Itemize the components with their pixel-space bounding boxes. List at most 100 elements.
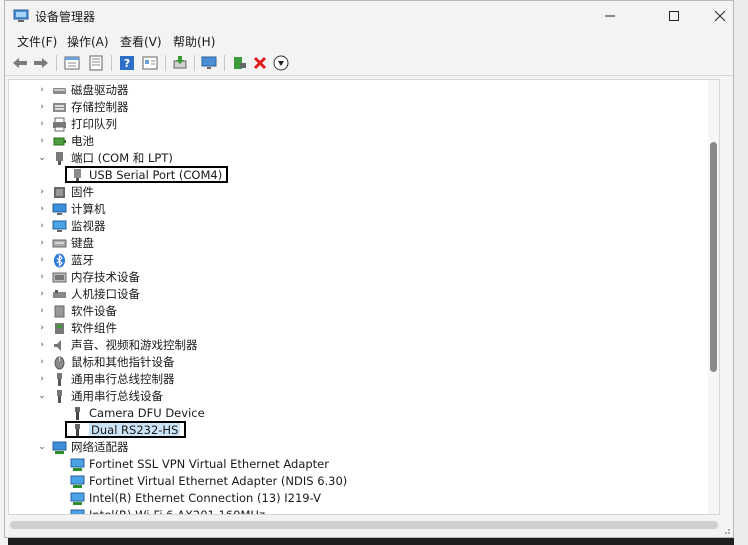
- menu-file[interactable]: 文件(F): [17, 33, 57, 50]
- uninstall-device-button[interactable]: [251, 54, 269, 72]
- tree-category-item[interactable]: › 固件: [9, 184, 709, 201]
- chevron-right-icon[interactable]: ›: [37, 255, 47, 265]
- vertical-scrollbar[interactable]: [708, 80, 719, 514]
- memory-device-icon: [52, 272, 67, 283]
- tree-category-item[interactable]: › 鼠标和其他指针设备: [9, 354, 709, 371]
- chevron-right-icon[interactable]: ›: [37, 136, 47, 146]
- tree-category-item[interactable]: › 电池: [9, 133, 709, 150]
- chevron-right-icon[interactable]: ›: [37, 119, 47, 129]
- tree-category-item[interactable]: › 软件组件: [9, 320, 709, 337]
- tree-item-label: 蓝牙: [71, 253, 94, 267]
- tree-category-item[interactable]: › 蓝牙: [9, 252, 709, 269]
- chevron-right-icon[interactable]: ›: [37, 204, 47, 214]
- tree-device-item[interactable]: Fortinet SSL VPN Virtual Ethernet Adapte…: [9, 456, 709, 473]
- chevron-down-icon[interactable]: ⌄: [37, 442, 47, 452]
- minimize-button[interactable]: [587, 4, 633, 28]
- menu-bar: 文件(F) 操作(A) 查看(V) 帮助(H): [5, 31, 733, 51]
- chevron-right-icon[interactable]: ›: [37, 289, 47, 299]
- properties-icon: [64, 56, 80, 70]
- chevron-right-icon[interactable]: ›: [37, 238, 47, 248]
- network-card-icon: [70, 509, 85, 514]
- storage-controller-icon: [53, 103, 66, 112]
- tree-category-item[interactable]: › 键盘: [9, 235, 709, 252]
- title-bar[interactable]: 设备管理器: [5, 1, 733, 31]
- tree-category-item[interactable]: › 通用串行总线控制器: [9, 371, 709, 388]
- menu-help[interactable]: 帮助(H): [173, 33, 215, 50]
- tree-item-label: 鼠标和其他指针设备: [71, 355, 175, 369]
- port-icon: [56, 152, 63, 165]
- update-driver-icon: [173, 56, 187, 69]
- back-button[interactable]: [11, 54, 29, 72]
- tree-category-item[interactable]: ⌄ 通用串行总线设备: [9, 388, 709, 405]
- enable-device-button[interactable]: [230, 54, 248, 72]
- view-button[interactable]: [141, 54, 159, 72]
- tree-category-item[interactable]: › 软件设备: [9, 303, 709, 320]
- chevron-right-icon[interactable]: ›: [37, 187, 47, 197]
- horizontal-scrollbar[interactable]: [8, 516, 720, 534]
- computer-icon: [52, 203, 67, 215]
- close-icon: [714, 10, 726, 22]
- update-driver-button[interactable]: [171, 54, 189, 72]
- disk-drive-icon: [53, 88, 66, 94]
- keyboard-icon: [52, 239, 67, 248]
- tree-item-label: 存储控制器: [71, 100, 129, 114]
- tree-device-item[interactable]: Intel(R) Ethernet Connection (13) I219-V: [9, 490, 709, 507]
- help-button[interactable]: ?: [118, 54, 136, 72]
- tree-category-item[interactable]: › 磁盘驱动器: [9, 82, 709, 99]
- vertical-scrollbar-thumb[interactable]: [710, 142, 717, 372]
- network-adapter-icon: [52, 441, 67, 454]
- software-device-icon: [54, 305, 65, 318]
- tree-category-item[interactable]: ⌄ 端口 (COM 和 LPT): [9, 150, 709, 167]
- tree-category-item[interactable]: › 打印队列: [9, 116, 709, 133]
- disable-device-button[interactable]: [272, 54, 290, 72]
- maximize-icon: [669, 11, 679, 21]
- properties-button[interactable]: [63, 54, 81, 72]
- tree-item-label: 键盘: [71, 236, 94, 250]
- toolbar-separator: [111, 55, 112, 71]
- chevron-right-icon[interactable]: ›: [37, 85, 47, 95]
- forward-button[interactable]: [32, 54, 50, 72]
- menu-view[interactable]: 查看(V): [120, 33, 162, 50]
- usb-plug-icon: [75, 407, 80, 420]
- chevron-down-icon[interactable]: ⌄: [37, 153, 47, 163]
- chevron-right-icon[interactable]: ›: [37, 374, 47, 384]
- chevron-right-icon[interactable]: ›: [37, 306, 47, 316]
- tree-category-item[interactable]: › 计算机: [9, 201, 709, 218]
- tree-category-item[interactable]: › 人机接口设备: [9, 286, 709, 303]
- chevron-right-icon[interactable]: ›: [37, 272, 47, 282]
- menu-action[interactable]: 操作(A): [67, 33, 109, 50]
- close-button[interactable]: [697, 4, 733, 28]
- tree-device-item[interactable]: Camera DFU Device: [9, 405, 709, 422]
- hid-icon: [53, 290, 66, 298]
- chevron-right-icon[interactable]: ›: [37, 340, 47, 350]
- tree-item-label: 监视器: [71, 219, 106, 233]
- software-component-icon: [55, 323, 64, 334]
- maximize-button[interactable]: [651, 4, 697, 28]
- horizontal-scrollbar-thumb[interactable]: [10, 521, 718, 529]
- enable-device-icon: [234, 57, 246, 69]
- tree-item-label: 内存技术设备: [71, 270, 140, 284]
- chevron-right-icon[interactable]: ›: [37, 323, 47, 333]
- show-hidden-icon: [89, 55, 103, 71]
- tree-item-label: 计算机: [71, 202, 106, 216]
- chevron-right-icon[interactable]: ›: [37, 102, 47, 112]
- scan-hardware-button[interactable]: [200, 54, 218, 72]
- tree-device-item[interactable]: Fortinet Virtual Ethernet Adapter (NDIS …: [9, 473, 709, 490]
- tree-item-label: 软件组件: [71, 321, 117, 335]
- tree-item-label: 打印队列: [71, 117, 117, 131]
- chevron-right-icon[interactable]: ›: [37, 221, 47, 231]
- tree-category-item[interactable]: › 声音、视频和游戏控制器: [9, 337, 709, 354]
- resize-grip-icon[interactable]: [721, 525, 731, 535]
- device-tree[interactable]: › 磁盘驱动器 › 存储控制器 › 打印队列 › 电池 ⌄ 端口 (COM 和 LPT) USB S…: [8, 79, 720, 515]
- tree-category-item[interactable]: › 内存技术设备: [9, 269, 709, 286]
- tree-category-item[interactable]: › 监视器: [9, 218, 709, 235]
- chevron-right-icon[interactable]: ›: [37, 357, 47, 367]
- tree-item-label: 磁盘驱动器: [71, 83, 129, 97]
- show-hidden-button[interactable]: [87, 54, 105, 72]
- tree-device-item[interactable]: Intel(R) Wi-Fi 6 AX201 160MHz: [9, 507, 709, 514]
- chevron-down-icon[interactable]: ⌄: [37, 391, 47, 401]
- printer-icon: [53, 117, 66, 132]
- tree-item-label: 通用串行总线设备: [71, 389, 163, 403]
- tree-category-item[interactable]: ⌄ 网络适配器: [9, 439, 709, 456]
- tree-category-item[interactable]: › 存储控制器: [9, 99, 709, 116]
